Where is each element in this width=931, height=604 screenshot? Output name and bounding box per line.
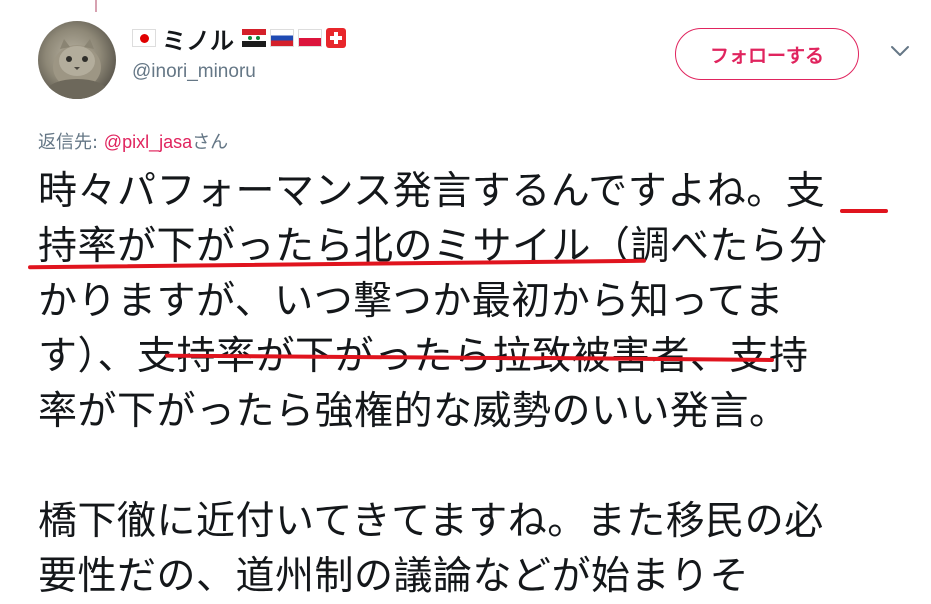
annotation-underline	[840, 209, 888, 213]
syria-flag-icon	[242, 29, 266, 47]
tweet-line: 時々パフォーマンス発言するんですよね。支	[38, 169, 826, 214]
tweet-line: かりますが、いつ撃つか最初から知ってま	[38, 279, 784, 324]
reply-suffix: さん	[192, 132, 229, 153]
poland-flag-icon	[298, 29, 322, 47]
switzerland-flag-icon	[326, 28, 346, 48]
tweet-line: 橋下徹に近付いてきてますね。また移民の必	[38, 499, 824, 544]
follow-button[interactable]: フォローする	[675, 28, 859, 80]
display-name[interactable]: ミノル	[162, 21, 234, 56]
russia-flag-icon	[270, 29, 294, 47]
tweet-text: 時々パフォーマンス発言するんですよね。支 持率が下がったら北のミサイル（調べたら…	[38, 164, 918, 604]
user-handle[interactable]: @inori_minoru	[132, 61, 256, 83]
tweet-line: 率が下がったら強権的な威勢のいい発言。	[38, 389, 789, 434]
cat-avatar-icon	[47, 39, 107, 99]
reply-prefix: 返信先:	[38, 132, 104, 153]
thread-connector-line	[95, 0, 97, 12]
chevron-down-icon[interactable]	[890, 44, 910, 58]
tweet-line: 要性だの、道州制の議論などが始まりそ	[38, 554, 750, 599]
avatar[interactable]	[38, 21, 116, 99]
user-name-row[interactable]: ミノル	[132, 21, 346, 56]
reply-mention-link[interactable]: @pixl_jasa	[104, 132, 192, 152]
reply-context: 返信先: @pixl_jasaさん	[38, 128, 228, 154]
japan-flag-icon	[132, 29, 156, 47]
